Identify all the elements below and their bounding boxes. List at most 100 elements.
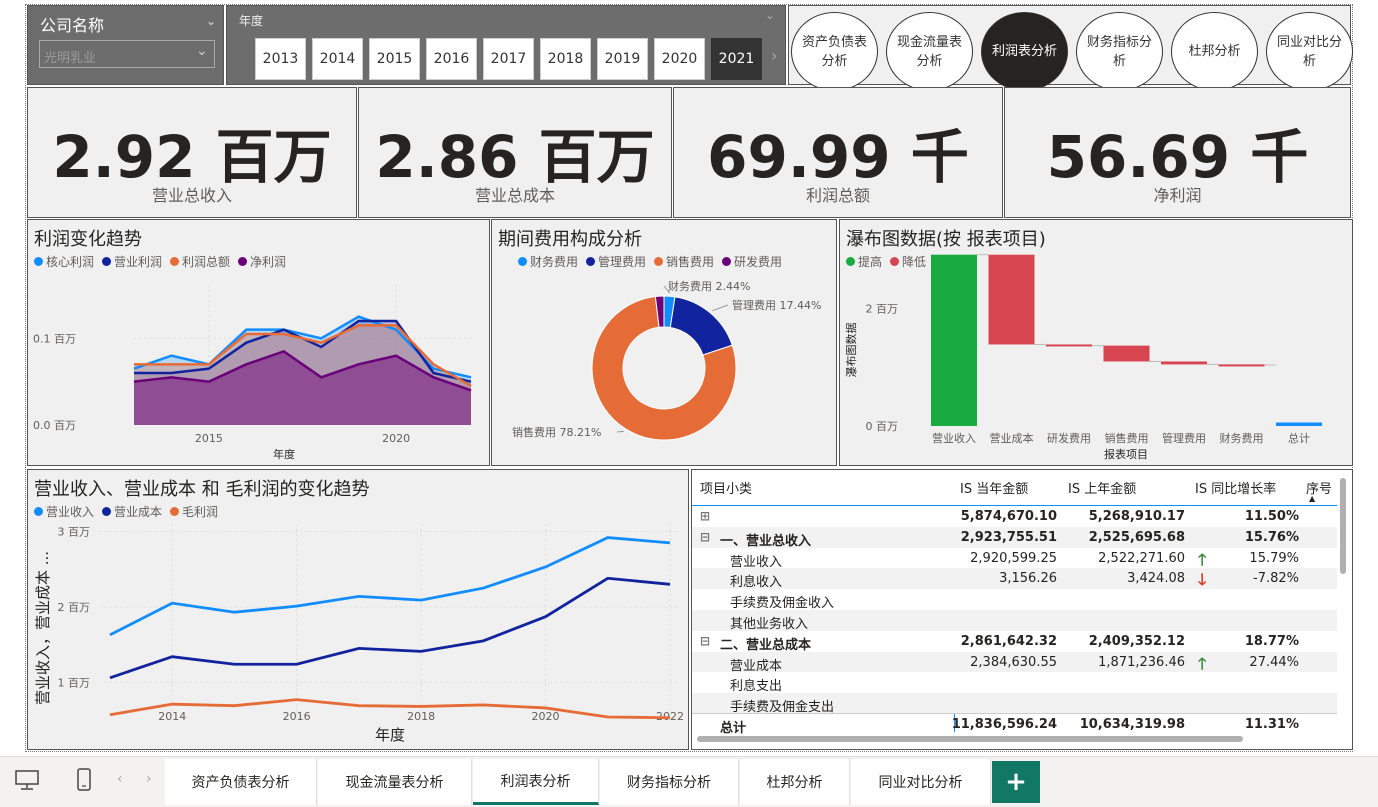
expand-collapse-icon[interactable]: ⊞: [700, 509, 710, 523]
mobile-view-icon[interactable]: [76, 767, 92, 793]
page-tab-bar: ‹ › 资产负债表分析 现金流量表分析 利润表分析 财务指标分析 杜邦分析 同业对比分析 …: [0, 756, 1378, 807]
x-tick-label: 研发费用: [1047, 431, 1091, 445]
page-tab[interactable]: 现金流量表分析: [318, 759, 472, 805]
table-row: 利息收入 3,156.26 3,424.08 🡓 -7.82%: [692, 568, 1337, 591]
waterfall-bar-营业成本[interactable]: [988, 254, 1035, 345]
vertical-scrollbar[interactable]: [1340, 478, 1346, 574]
waterfall-bar-研发费用[interactable]: [1046, 344, 1092, 347]
kpi-label: 净利润: [1153, 186, 1202, 205]
total-current: 11,836,596.24: [951, 717, 1057, 732]
row-previous: 2,522,271.60: [1098, 550, 1185, 566]
column-header[interactable]: IS 同比增长率: [1195, 478, 1276, 497]
nav-button[interactable]: 财务指标分析: [1076, 12, 1163, 91]
data-label: 销售费用 78.21%: [512, 425, 601, 439]
row-rate: 11.50%: [1244, 509, 1299, 524]
waterfall-bar-管理费用[interactable]: [1161, 361, 1207, 365]
year-button-2019[interactable]: 2019: [597, 38, 648, 80]
table-row: 其他业务收入: [692, 610, 1337, 632]
column-header[interactable]: IS 当年金额: [960, 478, 1028, 497]
year-button-2020[interactable]: 2020: [654, 38, 705, 80]
year-button-2015[interactable]: 2015: [369, 38, 420, 80]
waterfall-bar-销售费用[interactable]: [1103, 345, 1150, 362]
table-row: ⊞ 5,874,670.10 5,268,910.17 11.50%: [692, 506, 1337, 527]
desktop-view-icon[interactable]: [14, 769, 40, 790]
year-button-2021[interactable]: 2021: [711, 38, 762, 80]
company-slicer[interactable]: 公司名称 ⌄ 光明乳业 ⌄: [27, 5, 224, 85]
y-tick-label: 1 百万: [58, 676, 91, 689]
chevron-down-icon: ⌄: [196, 43, 208, 59]
x-axis-label: 年度: [273, 447, 295, 461]
total-label: 总计: [720, 721, 747, 736]
nav-button[interactable]: 同业对比分析: [1266, 12, 1353, 91]
row-rate: -7.82%: [1253, 571, 1299, 587]
y-axis-label: 瀑布图数据: [844, 323, 858, 378]
y-axis-label: 营业收入，营业成本 ...: [34, 551, 52, 705]
page-tab[interactable]: 利润表分析: [473, 759, 599, 805]
year-button-2017[interactable]: 2017: [483, 38, 534, 80]
row-label: 营业成本: [730, 658, 783, 674]
x-tick-label: 销售费用: [1105, 431, 1149, 445]
nav-button[interactable]: 杜邦分析: [1171, 12, 1258, 91]
sort-ascending-icon[interactable]: ▲: [1309, 494, 1315, 503]
year-button-2018[interactable]: 2018: [540, 38, 591, 80]
nav-button[interactable]: 利润表分析: [981, 12, 1068, 91]
row-label: 二、营业总成本: [720, 637, 812, 653]
chevron-right-icon[interactable]: ›: [146, 771, 152, 787]
table-row: 营业收入 2,920,599.25 2,522,271.60 🡑 15.79%: [692, 547, 1337, 570]
year-button-2014[interactable]: 2014: [312, 38, 363, 80]
horizontal-scrollbar[interactable]: [697, 736, 1243, 742]
income-statement-matrix: 项目小类 IS 当年金额 IS 上年金额 IS 同比增长率 序号 ▲ ⊞ 5,87…: [691, 469, 1353, 750]
row-rate: 27.44%: [1249, 654, 1299, 670]
kpi-label: 营业总收入: [151, 186, 232, 205]
row-label: 利息支出: [730, 679, 783, 695]
nav-button[interactable]: 资产负债表分析: [791, 12, 878, 91]
row-previous: 5,268,910.17: [1088, 509, 1185, 524]
area-chart-svg: 0.0 百万 0.1 百万 2015 2020 年度: [33, 285, 472, 461]
waterfall-bar-总计[interactable]: [1276, 422, 1322, 426]
waterfall-bar-营业收入[interactable]: [931, 254, 977, 426]
nav-panel: 资产负债表分析 现金流量表分析 利润表分析 财务指标分析 杜邦分析 同业对比分析: [788, 5, 1353, 91]
expand-collapse-icon[interactable]: ⊟: [700, 530, 710, 544]
row-current: 3,156.26: [999, 571, 1057, 587]
y-tick-label: 0 百万: [866, 420, 899, 433]
page-tab[interactable]: 财务指标分析: [600, 759, 739, 805]
chevron-down-icon[interactable]: ⌄: [206, 14, 216, 28]
year-button-2016[interactable]: 2016: [426, 38, 477, 80]
kpi-card: 69.99 千利润总额: [673, 87, 1003, 218]
y-tick-label: 2 百万: [866, 303, 899, 316]
total-rate: 11.31%: [1244, 717, 1299, 732]
line-series-2[interactable]: [109, 698, 671, 720]
page-tab[interactable]: 资产负债表分析: [165, 759, 317, 805]
profit-trend-chart: 利润变化趋势 核心利润 营业利润 利润总额 净利润 0.0 百万 0.1 百万 2015 2…: [27, 219, 490, 466]
row-rate: 18.77%: [1244, 633, 1299, 649]
page-tab[interactable]: 杜邦分析: [740, 759, 850, 805]
chevron-left-icon[interactable]: ‹: [117, 771, 123, 787]
add-page-button[interactable]: +: [992, 761, 1040, 803]
row-label: 利息收入: [730, 575, 783, 591]
line-series-1[interactable]: [109, 576, 671, 680]
x-tick-label: 财务费用: [1220, 431, 1264, 445]
column-header[interactable]: 项目小类: [700, 478, 752, 497]
waterfall-bar-财务费用[interactable]: [1218, 364, 1265, 367]
row-rate: 15.79%: [1249, 550, 1299, 566]
x-tick-label: 2015: [195, 432, 223, 445]
revenue-cost-trend-chart: 营业收入、营业成本 和 毛利润的变化趋势 营业收入 营业成本 毛利润 1 百万 2 百…: [27, 469, 689, 750]
table-row: 利息支出: [692, 672, 1337, 695]
data-label: 管理费用 17.44%: [732, 298, 821, 312]
y-tick-label: 3 百万: [58, 526, 91, 539]
table-row: ⊟ 一、营业总收入 2,923,755.51 2,525,695.68 15.76%: [692, 526, 1337, 549]
column-header[interactable]: IS 上年金额: [1068, 478, 1136, 497]
page-tab[interactable]: 同业对比分析: [851, 759, 991, 805]
table-total-row: 总计 11,836,596.24 10,634,319.98 11.31%: [692, 713, 1337, 736]
expand-collapse-icon[interactable]: ⊟: [700, 634, 710, 648]
line-series-0[interactable]: [109, 536, 671, 637]
year-button-2013[interactable]: 2013: [255, 38, 306, 80]
chevron-right-icon[interactable]: ›: [771, 46, 777, 65]
waterfall-chart-svg: 0 百万 2 百万瀑布图数据营业收入 营业成本 研发费用 销售费用 管理费用 财务费用 总计报…: [844, 254, 1322, 461]
nav-button[interactable]: 现金流量表分析: [886, 12, 973, 91]
data-label: 财务费用 2.44%: [668, 279, 750, 293]
row-label: 一、营业总收入: [720, 533, 812, 549]
chevron-down-icon[interactable]: ⌄: [765, 8, 775, 22]
company-dropdown[interactable]: 光明乳业 ⌄: [39, 40, 215, 68]
donut-slice-管理费用[interactable]: [669, 296, 733, 356]
